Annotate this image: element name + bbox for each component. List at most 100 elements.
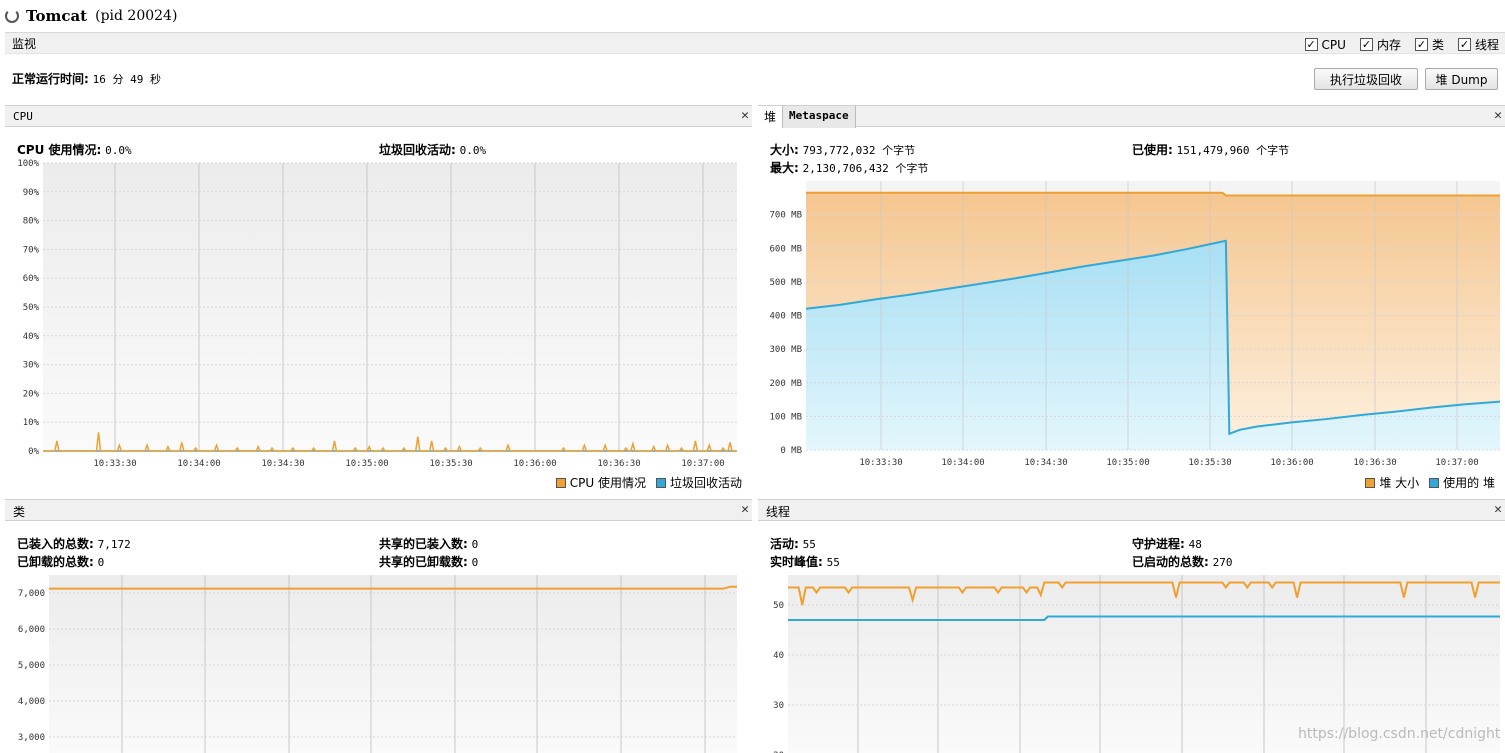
- uptime-value: 16 分 49 秒: [92, 73, 161, 86]
- cpu-ytick-label: 40%: [23, 332, 40, 342]
- started-threads-value: 270: [1212, 556, 1233, 569]
- cpu-usage-label: CPU 使用情况:: [17, 143, 102, 157]
- cpu-ytick-label: 60%: [23, 274, 40, 284]
- close-icon[interactable]: ✕: [741, 108, 749, 123]
- classes-panel-header: 类 ✕: [5, 499, 752, 521]
- checkbox-memory[interactable]: ✓: [1359, 38, 1373, 51]
- heap-used-stat: 已使用: 151,479,960 个字节: [1132, 141, 1289, 158]
- app-title: Tomcat: [26, 7, 88, 25]
- toggle-threads[interactable]: ✓ 线程: [1457, 36, 1499, 53]
- heap-panel: 堆 Metaspace ✕ 大小: 793,772,032 个字节 已使用: 1…: [758, 105, 1505, 493]
- heap-used-label: 已使用:: [1132, 143, 1173, 157]
- shared-unloaded-value: 0: [471, 556, 479, 569]
- legend-heap-size-label: 堆 大小: [1379, 476, 1420, 490]
- legend-used-heap: 使用的 堆: [1429, 474, 1495, 491]
- cpu-xtick-label: 10:34:30: [261, 459, 304, 469]
- cpu-ytick-label: 20%: [23, 389, 40, 399]
- shared-loaded-value: 0: [471, 538, 479, 551]
- shared-loaded-stat: 共享的已装入数: 0: [379, 535, 478, 552]
- legend-gc-activity-label: 垃圾回收活动: [669, 476, 742, 490]
- classes-ytick-label: 3,000: [18, 733, 45, 743]
- heap-xtick-label: 10:33:30: [859, 458, 902, 468]
- started-threads-label: 已启动的总数:: [1132, 555, 1209, 569]
- cpu-panel-header: CPU ✕: [5, 105, 752, 127]
- checkbox-cpu[interactable]: ✓: [1304, 38, 1318, 51]
- daemon-threads-stat: 守护进程: 48: [1132, 535, 1202, 552]
- tab-heap[interactable]: 堆: [758, 106, 784, 128]
- uptime: 正常运行时间: 16 分 49 秒: [12, 70, 161, 87]
- heap-max-stat: 最大: 2,130,706,432 个字节: [770, 159, 928, 176]
- loaded-classes-value: 7,172: [97, 538, 131, 551]
- close-icon[interactable]: ✕: [1494, 502, 1502, 517]
- heap-xtick-label: 10:35:00: [1106, 458, 1149, 468]
- heap-max-label: 最大:: [770, 161, 799, 175]
- cpu-legend: CPU 使用情况 垃圾回收活动: [555, 474, 742, 491]
- perform-gc-button[interactable]: 执行垃圾回收: [1314, 68, 1418, 90]
- cpu-ytick-label: 80%: [23, 217, 40, 227]
- unloaded-classes-stat: 已卸载的总数: 0: [17, 553, 104, 570]
- heap-ytick-label: 100 MB: [769, 412, 802, 422]
- legend-used-heap-label: 使用的 堆: [1443, 476, 1495, 490]
- cpu-chart: 0% 10% 20% 30% 40% 50% 60% 70% 80% 90% 100% 10:33:3…: [17, 159, 737, 469]
- title-bar: Tomcat (pid 20024): [0, 0, 1505, 32]
- unloaded-classes-value: 0: [97, 556, 105, 569]
- legend-swatch-blue: [1429, 477, 1440, 488]
- monitor-bar: 监视 ✓ CPU ✓ 内存 ✓ 类 ✓ 线程: [5, 32, 1505, 54]
- heap-chart: 0 MB 100 MB 200 MB 300 MB 400 MB 500 MB 600 MB…: [769, 181, 1501, 468]
- threads-ytick-label: 40: [773, 651, 784, 661]
- heap-ytick-label: 300 MB: [769, 345, 802, 355]
- peak-threads-stat: 实时峰值: 55: [770, 553, 840, 570]
- heap-xtick-label: 10:34:00: [941, 458, 984, 468]
- toggle-classes[interactable]: ✓ 类: [1414, 36, 1444, 53]
- cpu-xtick-label: 10:36:00: [513, 459, 556, 469]
- checkbox-classes[interactable]: ✓: [1414, 38, 1428, 51]
- classes-ytick-label: 5,000: [18, 661, 45, 671]
- legend-swatch-orange: [1365, 477, 1376, 488]
- heap-xtick-label: 10:35:30: [1188, 458, 1231, 468]
- heap-size-value: 793,772,032 个字节: [802, 144, 916, 157]
- classes-ytick-label: 7,000: [18, 589, 45, 599]
- peak-threads-value: 55: [826, 556, 840, 569]
- heap-xtick-label: 10:36:30: [1353, 458, 1396, 468]
- cpu-ytick-label: 100%: [17, 159, 39, 169]
- checkbox-threads[interactable]: ✓: [1457, 38, 1471, 51]
- view-toggles: ✓ CPU ✓ 内存 ✓ 类 ✓ 线程: [1304, 36, 1499, 53]
- toggle-memory[interactable]: ✓ 内存: [1359, 36, 1401, 53]
- tab-metaspace[interactable]: Metaspace: [783, 106, 856, 128]
- toggle-classes-label: 类: [1431, 38, 1444, 52]
- live-threads-stat: 活动: 55: [770, 535, 816, 552]
- threads-ytick-label: 50: [773, 601, 784, 611]
- cpu-ytick-label: 0%: [28, 447, 39, 457]
- toggle-memory-label: 内存: [1376, 38, 1401, 52]
- heap-legend: 堆 大小 使用的 堆: [1365, 474, 1495, 491]
- watermark: https://blog.csdn.net/cdnight: [1298, 726, 1501, 742]
- cpu-xtick-label: 10:35:00: [345, 459, 388, 469]
- cpu-ytick-label: 70%: [23, 245, 40, 255]
- heap-xtick-label: 10:37:00: [1435, 458, 1478, 468]
- cpu-xtick-label: 10:33:30: [93, 459, 136, 469]
- legend-cpu-usage-label: CPU 使用情况: [569, 476, 646, 490]
- unloaded-classes-label: 已卸载的总数:: [17, 555, 94, 569]
- heap-dump-button[interactable]: 堆 Dump: [1425, 68, 1498, 90]
- classes-plot-area: [49, 575, 737, 753]
- heap-ytick-label: 600 MB: [769, 244, 802, 254]
- toggle-cpu-label: CPU: [1321, 37, 1346, 52]
- cpu-xtick-label: 10:34:00: [177, 459, 220, 469]
- close-icon[interactable]: ✕: [741, 502, 749, 517]
- cpu-xtick-label: 10:37:00: [681, 459, 724, 469]
- legend-cpu-usage: CPU 使用情况: [555, 474, 646, 491]
- cpu-xtick-label: 10:36:30: [597, 459, 640, 469]
- gc-activity-value: 0.0%: [459, 144, 487, 157]
- heap-ytick-label: 200 MB: [769, 379, 802, 389]
- close-icon[interactable]: ✕: [1494, 108, 1502, 123]
- shared-unloaded-label: 共享的已卸载数:: [379, 555, 468, 569]
- toggle-cpu[interactable]: ✓ CPU: [1304, 36, 1346, 53]
- gc-activity-stat: 垃圾回收活动: 0.0%: [379, 141, 486, 158]
- classes-ytick-label: 4,000: [18, 697, 45, 707]
- classes-ytick-label: 6,000: [18, 625, 45, 635]
- threads-panel: 线程 ✕ 活动: 55 实时峰值: 55 守护进程: 48 已启动的总数: 27…: [758, 499, 1505, 753]
- shared-unloaded-stat: 共享的已卸载数: 0: [379, 553, 478, 570]
- app-pid: (pid 20024): [95, 8, 178, 24]
- cpu-usage-value: 0.0%: [105, 144, 132, 157]
- shared-loaded-label: 共享的已装入数:: [379, 537, 468, 551]
